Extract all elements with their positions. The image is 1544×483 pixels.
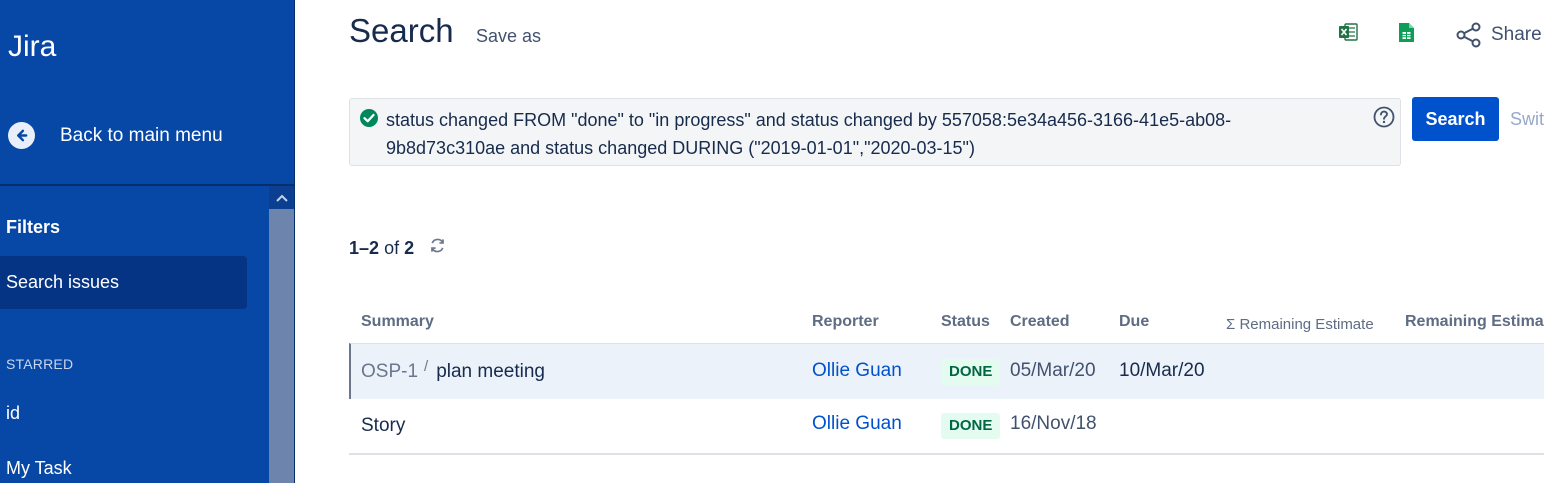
created-date: 05/Mar/20 [1010,360,1096,381]
refresh-icon[interactable] [428,236,447,255]
sidebar-item-search-issues[interactable]: Search issues [0,256,247,309]
table-row[interactable]: OSP-1 / plan meeting Ollie Guan DONE 05/Ma… [349,343,1544,399]
share-label: Share [1491,24,1542,45]
share-button[interactable]: Share [1456,22,1542,48]
reporter-link[interactable]: Ollie Guan [812,360,902,382]
column-header-remaining-estimate[interactable]: Remaining Estimate [1405,313,1544,331]
sidebar-scrollbar[interactable] [269,186,294,483]
column-header-due[interactable]: Due [1119,313,1149,331]
help-icon[interactable] [1373,106,1395,128]
nav-section-starred: STARRED [6,356,74,372]
sidebar-divider [0,184,294,186]
reporter-link[interactable]: Ollie Guan [812,413,902,435]
jql-query-input[interactable]: status changed FROM "done" to "in progre… [349,98,1401,166]
column-header-created[interactable]: Created [1010,313,1070,331]
summary-cell: OSP-1 / plan meeting [361,358,545,383]
column-header-summary[interactable]: Summary [361,313,434,331]
share-icon [1456,22,1481,48]
sidebar: Jira Back to main menu Filters Search is… [0,0,295,483]
range-start: 1 [349,238,360,258]
issue-key-link[interactable]: OSP-1 [361,361,418,382]
save-as-button[interactable]: Save as [476,26,541,47]
total-count: 2 [404,238,415,258]
excel-export-icon[interactable] [1338,22,1358,42]
jql-query-text: status changed FROM "done" to "in progre… [386,110,1232,158]
nav-heading-filters: Filters [6,217,61,237]
count-of: of [384,238,400,258]
page-title: Search [349,12,454,49]
sidebar-item-my-task[interactable]: My Task [6,458,72,479]
column-header-status[interactable]: Status [941,313,990,331]
valid-query-check-icon [360,109,378,127]
sidebar-item-id[interactable]: id [6,403,20,424]
status-badge: DONE [941,359,1001,385]
back-label: Back to main menu [60,124,223,146]
result-count: 1–2 of 2 [349,238,415,258]
issue-summary-link[interactable]: plan meeting [436,361,545,382]
google-sheets-icon[interactable] [1398,22,1415,43]
scroll-up-icon[interactable] [269,186,294,209]
switch-search-mode-link[interactable]: Swit [1510,109,1544,130]
column-header-sum-remaining-estimate[interactable]: Σ Remaining Estimate [1226,316,1374,333]
key-separator: / [424,358,429,375]
column-header-reporter[interactable]: Reporter [812,313,879,331]
issue-summary-link[interactable]: Story [361,415,405,437]
range-end: 2 [369,238,380,258]
status-badge: DONE [941,413,1001,439]
due-date: 10/Mar/20 [1119,360,1205,381]
brand-title: Jira [8,30,57,63]
arrow-left-icon [8,122,35,149]
table-row[interactable]: Story Ollie Guan DONE 16/Nov/18 [349,399,1544,455]
search-button[interactable]: Search [1412,97,1499,141]
created-date: 16/Nov/18 [1010,413,1097,434]
back-to-main-menu-link[interactable]: Back to main menu [8,122,223,149]
